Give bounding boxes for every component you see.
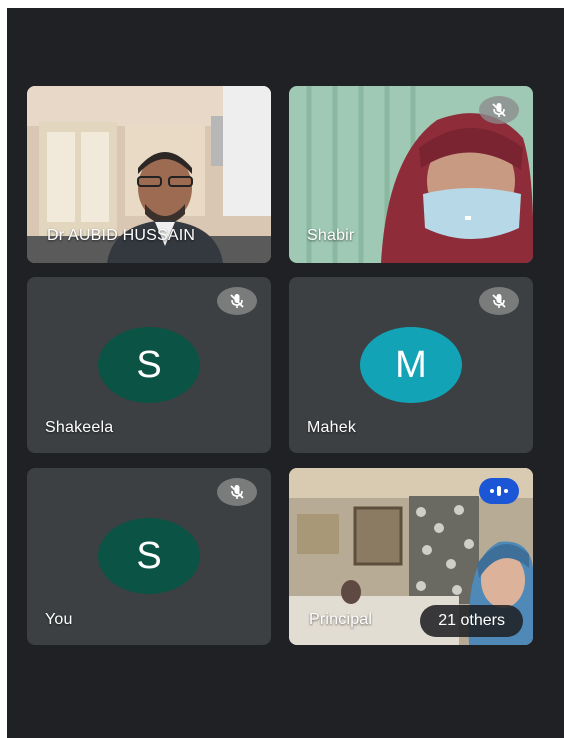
others-count-button[interactable]: 21 others [420, 605, 523, 637]
avatar: S [98, 518, 200, 594]
participant-tile-shabir[interactable]: Shabir [289, 86, 533, 263]
participant-tile-aubid-hussain[interactable]: Dr AUBID HUSSAIN [27, 86, 271, 263]
mic-off-icon [217, 287, 257, 315]
mic-off-icon [479, 287, 519, 315]
participant-name: Dr AUBID HUSSAIN [47, 227, 196, 244]
participant-name: Mahek [307, 419, 357, 436]
participant-tile-you[interactable]: S You [27, 468, 271, 645]
participant-tile-shakeela[interactable]: S Shakeela [27, 277, 271, 453]
avatar: M [360, 327, 462, 403]
audio-indicator-icon [479, 478, 519, 504]
participant-tile-principal[interactable]: Principal 21 others [289, 468, 533, 645]
participant-name: Shabir [307, 227, 355, 244]
participant-tile-mahek[interactable]: M Mahek [289, 277, 533, 453]
participant-name: You [45, 611, 73, 628]
participant-name: Principal [309, 611, 373, 628]
mic-off-icon [479, 96, 519, 124]
participant-name: Shakeela [45, 419, 114, 436]
avatar: S [98, 327, 200, 403]
mic-off-icon [217, 478, 257, 506]
